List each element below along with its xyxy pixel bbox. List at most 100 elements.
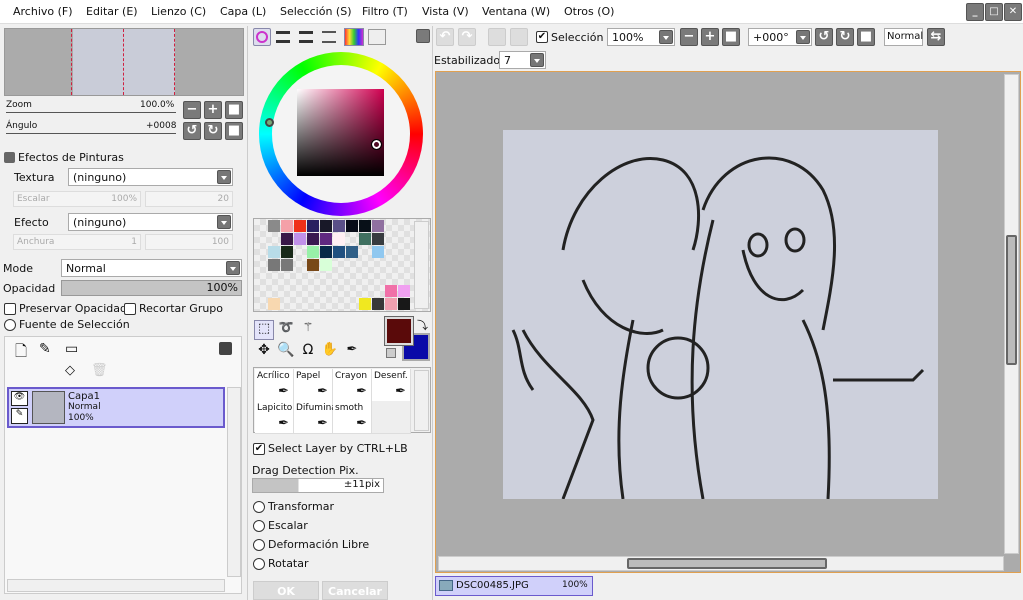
palette-swatch[interactable] (398, 285, 410, 297)
free-deform-radio[interactable] (253, 539, 265, 551)
palette-swatch[interactable] (268, 220, 280, 232)
mixer-tab[interactable] (322, 31, 336, 43)
brush-slot[interactable]: Difumina ✒ (294, 401, 337, 434)
toolbar-menu-button[interactable] (416, 29, 430, 43)
palette-swatch[interactable] (346, 220, 358, 232)
menu-otros[interactable]: Otros (O) (564, 5, 614, 18)
zoom-tool[interactable]: 🔍 (276, 342, 296, 362)
brush-lock-icon[interactable]: ✎ (11, 408, 28, 424)
toolbar-zoom-reset[interactable]: ■ (722, 28, 740, 46)
toolbar-rotate-right[interactable]: ↻ (836, 28, 854, 46)
eraser-layer-icon[interactable]: ◇ (65, 363, 75, 378)
color-palette[interactable] (253, 218, 431, 312)
palette-swatch[interactable] (385, 285, 397, 297)
menu-capa[interactable]: Capa (L) (220, 5, 266, 18)
ok-button[interactable]: OK (253, 581, 319, 600)
palette-swatch[interactable] (307, 246, 319, 258)
angle-select[interactable]: +000° (748, 28, 812, 46)
zoom-out-button[interactable]: − (183, 101, 201, 119)
rotate-reset-button[interactable]: ■ (225, 122, 243, 140)
palette-swatch[interactable] (307, 220, 319, 232)
layers-scrollbar[interactable] (227, 387, 241, 577)
toolbar-zoom-out[interactable]: − (680, 28, 698, 46)
palette-swatch[interactable] (281, 220, 293, 232)
menu-editar[interactable]: Editar (E) (86, 5, 138, 18)
saturation-value-square[interactable] (297, 89, 384, 176)
swap-colors-icon[interactable]: ⤵ (417, 317, 428, 333)
canvas-vscrollbar[interactable] (1004, 74, 1019, 554)
menu-seleccion[interactable]: Selección (S) (280, 5, 352, 18)
palette-swatch[interactable] (359, 298, 371, 310)
maximize-button[interactable]: □ (985, 3, 1003, 21)
minimize-button[interactable]: _ (966, 3, 984, 21)
canvas-image[interactable] (503, 130, 938, 500)
palette-swatch[interactable] (307, 233, 319, 245)
transform-radio[interactable] (253, 501, 265, 513)
document-tab[interactable]: DSC00485.JPG 100% (435, 576, 593, 596)
rotate-radio[interactable] (253, 558, 265, 570)
collapse-icon[interactable] (4, 152, 15, 163)
texture-select[interactable]: (ninguno) (68, 168, 233, 186)
palette-swatch[interactable] (268, 246, 280, 258)
palette-swatch[interactable] (320, 233, 332, 245)
brush-slot[interactable] (372, 401, 411, 434)
undo-button[interactable]: ↶ (436, 28, 454, 46)
palette-swatch[interactable] (372, 246, 384, 258)
brush-slot[interactable]: Desenf. ✒ (372, 369, 411, 402)
palette-swatch[interactable] (320, 220, 332, 232)
mask-icon[interactable] (219, 342, 232, 355)
flip-button[interactable]: ⇆ (927, 28, 945, 46)
canvas-hscrollbar[interactable] (438, 556, 1004, 571)
drag-detection-slider[interactable]: ±11pix (252, 478, 384, 493)
palette-swatch[interactable] (320, 246, 332, 258)
cancel-button[interactable]: Cancelar (322, 581, 388, 600)
eye-icon[interactable]: 👁 (11, 391, 28, 406)
scratchpad-tab[interactable] (368, 29, 386, 45)
primary-color[interactable] (384, 316, 414, 346)
palette-scrollbar[interactable] (414, 221, 429, 309)
brush-slot[interactable]: Papel ✒ (294, 369, 333, 402)
layers-hscrollbar[interactable] (7, 579, 225, 592)
palette-swatch[interactable] (398, 298, 410, 310)
palette-swatch[interactable] (268, 298, 280, 310)
toolbar-zoom-in[interactable]: + (701, 28, 719, 46)
palette-swatch[interactable] (333, 233, 345, 245)
invert-selection-button[interactable] (510, 28, 528, 46)
palette-swatch[interactable] (359, 233, 371, 245)
palette-swatch[interactable] (281, 233, 293, 245)
color-wheel-tab[interactable] (253, 28, 271, 46)
menu-archivo[interactable]: Archivo (F) (13, 5, 73, 18)
palette-swatch[interactable] (294, 233, 306, 245)
navigator-preview[interactable] (4, 28, 244, 96)
palette-swatch[interactable] (385, 298, 397, 310)
brush-slot[interactable]: smoth ✒ (333, 401, 372, 434)
brush-slot[interactable]: Acrílico ✒ (255, 369, 294, 402)
effect-select[interactable]: (ninguno) (68, 213, 233, 231)
redo-button[interactable]: ↷ (458, 28, 476, 46)
palette-swatch[interactable] (359, 220, 371, 232)
rotate-right-button[interactable]: ↻ (204, 122, 222, 140)
new-layer-icon[interactable]: 🗋 (15, 341, 27, 366)
menu-vista[interactable]: Vista (V) (422, 5, 469, 18)
palette-swatch[interactable] (333, 246, 345, 258)
palette-swatch[interactable] (307, 259, 319, 271)
toolbar-rotate-reset[interactable]: ■ (857, 28, 875, 46)
brush-slot[interactable]: Crayon ✒ (333, 369, 372, 402)
menu-ventana[interactable]: Ventana (W) (482, 5, 550, 18)
palette-swatch[interactable] (372, 233, 384, 245)
toolbar-rotate-left[interactable]: ↺ (815, 28, 833, 46)
new-folder-icon[interactable]: ▭ (65, 341, 78, 357)
palette-swatch[interactable] (268, 259, 280, 271)
blend-mode-select[interactable]: Normal (61, 259, 242, 277)
palette-swatch[interactable] (372, 220, 384, 232)
brush-scrollbar[interactable] (414, 370, 429, 431)
swatches-tab[interactable] (344, 28, 364, 46)
palette-swatch[interactable] (333, 220, 345, 232)
deselect-button[interactable] (488, 28, 506, 46)
selection-source-radio[interactable] (4, 319, 16, 331)
zoom-reset-button[interactable]: ■ (225, 101, 243, 119)
palette-swatch[interactable] (372, 298, 384, 310)
marquee-tool[interactable]: ⬚ (254, 320, 274, 340)
stabilizer-select[interactable]: 7 (499, 51, 546, 69)
new-vector-layer-icon[interactable]: ✎ (39, 341, 51, 357)
